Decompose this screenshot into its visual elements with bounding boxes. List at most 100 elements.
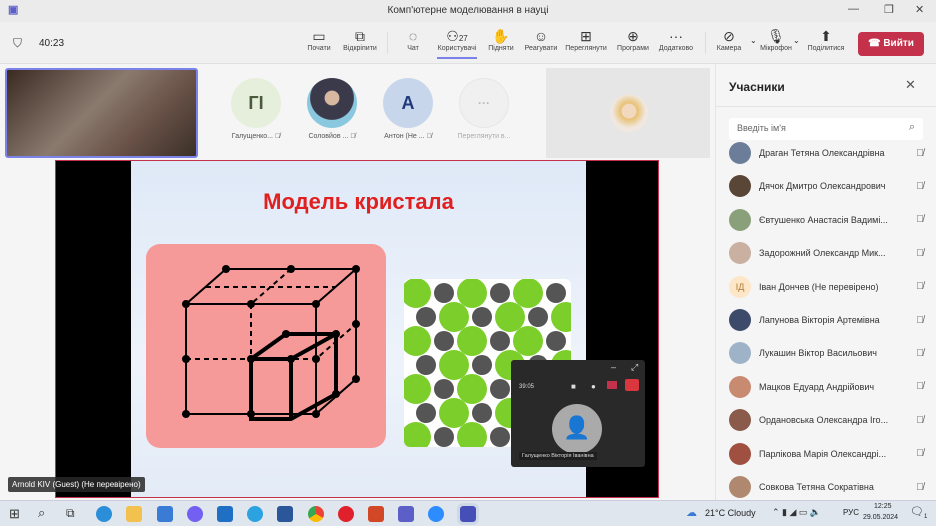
mic-off-icon[interactable]: 🎙̸ xyxy=(911,148,929,159)
share-icon: ⬆ xyxy=(820,28,832,44)
participant-list-item[interactable]: Парлікова Марія Олександрі... 🎙̸ xyxy=(729,442,929,466)
minimize-icon[interactable]: – xyxy=(611,362,616,372)
participant-search-input[interactable]: Введіть ім'я ⌕ xyxy=(729,118,923,140)
notifications-icon[interactable]: 🗨1 xyxy=(910,505,927,520)
mic-off-icon[interactable]: 🎙̸ xyxy=(911,248,929,259)
atom xyxy=(404,279,431,308)
atom xyxy=(416,307,436,327)
search-icon: ⌕ xyxy=(908,121,915,133)
participant-tile[interactable]: ГІ Галущенко... 🎙̸ xyxy=(218,78,294,140)
windows-start-icon[interactable]: ⊞ xyxy=(9,506,20,522)
expand-icon[interactable]: ⤢ xyxy=(631,362,638,373)
tray-icons[interactable]: ⌃ ▮ ◢ ▭ 🔈 xyxy=(772,507,821,518)
divider xyxy=(716,106,936,107)
leave-button[interactable]: ☎ Вийти xyxy=(858,32,924,56)
chat-button[interactable]: ◌ Чат xyxy=(389,27,437,52)
participant-list-item[interactable]: Мацков Едуард Андрійович 🎙̸ xyxy=(729,375,929,399)
mic-icon[interactable]: ● xyxy=(591,382,596,391)
close-window-button[interactable]: ✕ xyxy=(915,3,924,16)
mic-off-icon[interactable]: 🎙̸ xyxy=(911,482,929,493)
word-icon[interactable] xyxy=(277,506,293,522)
mic-off-icon[interactable]: 🎙̸ xyxy=(911,181,929,192)
mic-off-icon[interactable]: 🎙̸ xyxy=(911,214,929,225)
mail-icon[interactable] xyxy=(217,506,233,522)
mic-off-icon[interactable]: 🎙̸ xyxy=(911,415,929,426)
powerpoint-icon[interactable] xyxy=(368,506,384,522)
atom xyxy=(434,331,454,351)
participant-list-item[interactable]: Драган Тетяна Олександрівна 🎙̸ xyxy=(729,141,929,165)
teams-active-icon[interactable] xyxy=(457,503,479,525)
zoom-icon[interactable] xyxy=(428,506,444,522)
view-all-tile[interactable]: ··· Переглянути в... xyxy=(446,78,522,140)
apps-icon: ⊕ xyxy=(627,28,639,44)
label: Підняти xyxy=(488,45,514,52)
participant-list-item[interactable]: Ордановська Олександра Іго... 🎙̸ xyxy=(729,408,929,432)
close-panel-icon[interactable]: ✕ xyxy=(905,77,916,93)
avatar xyxy=(729,375,751,398)
mic-off-icon[interactable]: 🎙̸ xyxy=(911,281,929,292)
participant-list-item[interactable]: Задорожний Олександр Мик... 🎙̸ xyxy=(729,241,929,265)
mini-timer: 39:05 xyxy=(519,384,535,390)
participant-list-item[interactable]: Лапунова Вікторія Артемівна 🎙̸ xyxy=(729,308,929,332)
language-indicator[interactable]: РУС xyxy=(843,508,859,517)
viber-icon[interactable] xyxy=(187,506,203,522)
participant-tile[interactable]: Соловйов ... 🎙̸ xyxy=(294,78,370,140)
participant-name: Лукашин Віктор Васильович xyxy=(759,348,877,359)
name: Соловйов ... xyxy=(308,133,349,140)
hangup-button[interactable] xyxy=(625,379,639,391)
chrome-icon[interactable] xyxy=(308,506,324,522)
apps-button[interactable]: ⊕ Програми xyxy=(609,27,657,52)
participant-list-item[interactable]: Совкова Тетяна Сократівна 🎙̸ xyxy=(729,475,929,499)
mic-options-chevron-icon[interactable]: ⌄ xyxy=(793,36,800,45)
participant-list-item[interactable]: Дячок Дмитро Олександрович 🎙̸ xyxy=(729,174,929,198)
telegram-icon[interactable] xyxy=(247,506,263,522)
search-placeholder: Введіть ім'я xyxy=(737,123,786,133)
mic-off-icon[interactable]: 🎙̸ xyxy=(911,348,929,359)
mic-off-icon[interactable]: 🎙̸ xyxy=(911,381,929,392)
task-view-icon[interactable]: ⧉ xyxy=(66,506,75,521)
share-button[interactable]: ⬆ Поділитися xyxy=(802,27,850,52)
mic-off-icon[interactable]: 🎙̸ xyxy=(911,448,929,459)
atom xyxy=(434,379,454,399)
atom xyxy=(457,279,487,308)
atom xyxy=(416,403,436,423)
opera-icon[interactable] xyxy=(338,506,354,522)
label: Мікрофон xyxy=(760,45,792,52)
avatar xyxy=(610,94,648,132)
clock-time[interactable]: 12:25 xyxy=(874,503,892,510)
view-button[interactable]: ⊞ Переглянути xyxy=(562,27,610,52)
video-tile-self[interactable] xyxy=(5,68,198,158)
clock-date[interactable]: 29.05.2024 xyxy=(863,514,898,521)
participant-name: Задорожний Олександр Мик... xyxy=(759,248,886,259)
mini-participant-name: Галущенко Вікторія Іванівна xyxy=(519,452,597,460)
teams-icon[interactable] xyxy=(398,506,414,522)
label: Переглянути xyxy=(565,45,607,52)
camera-icon[interactable]: ■ xyxy=(571,382,576,391)
popout-button[interactable]: ⧉ Відкріпити xyxy=(336,27,384,52)
people-button[interactable]: ⚇27 Користувачі xyxy=(433,27,481,59)
edge-icon[interactable] xyxy=(96,506,112,522)
react-button[interactable]: ☺ Реагувати xyxy=(517,27,565,52)
restore-button[interactable]: ❐ xyxy=(884,3,894,16)
participant-list-item[interactable]: ІД Іван Дончев (Не перевірено) 🎙̸ xyxy=(729,275,929,299)
camera-button[interactable]: ⊘ Камера xyxy=(705,27,753,52)
store-icon[interactable] xyxy=(157,506,173,522)
participant-list-item[interactable]: Євтушенко Анастасія Вадимі... 🎙̸ xyxy=(729,208,929,232)
file-explorer-icon[interactable] xyxy=(126,506,142,522)
mic-off-icon: 🎙̸ xyxy=(350,133,356,140)
participant-list-item[interactable]: Лукашин Віктор Васильович 🎙̸ xyxy=(729,341,929,365)
share-stop-icon[interactable] xyxy=(607,381,617,389)
shield-icon: ⛉ xyxy=(13,36,23,50)
participant-tile[interactable]: А Антон (Не ... 🎙̸ xyxy=(370,78,446,140)
weather-text[interactable]: 21°C Cloudy xyxy=(705,508,756,518)
mic-off-icon[interactable]: 🎙̸ xyxy=(911,315,929,326)
atom xyxy=(439,350,469,380)
minimize-button[interactable]: — xyxy=(848,3,859,15)
more-button[interactable]: ··· Додатково xyxy=(652,27,700,52)
cubic-lattice-diagram xyxy=(146,244,386,448)
search-icon[interactable]: ⌕ xyxy=(38,505,45,521)
atom xyxy=(457,326,487,356)
avatar xyxy=(729,175,751,198)
notification-count: 1 xyxy=(923,514,928,521)
video-tile[interactable] xyxy=(546,68,710,158)
